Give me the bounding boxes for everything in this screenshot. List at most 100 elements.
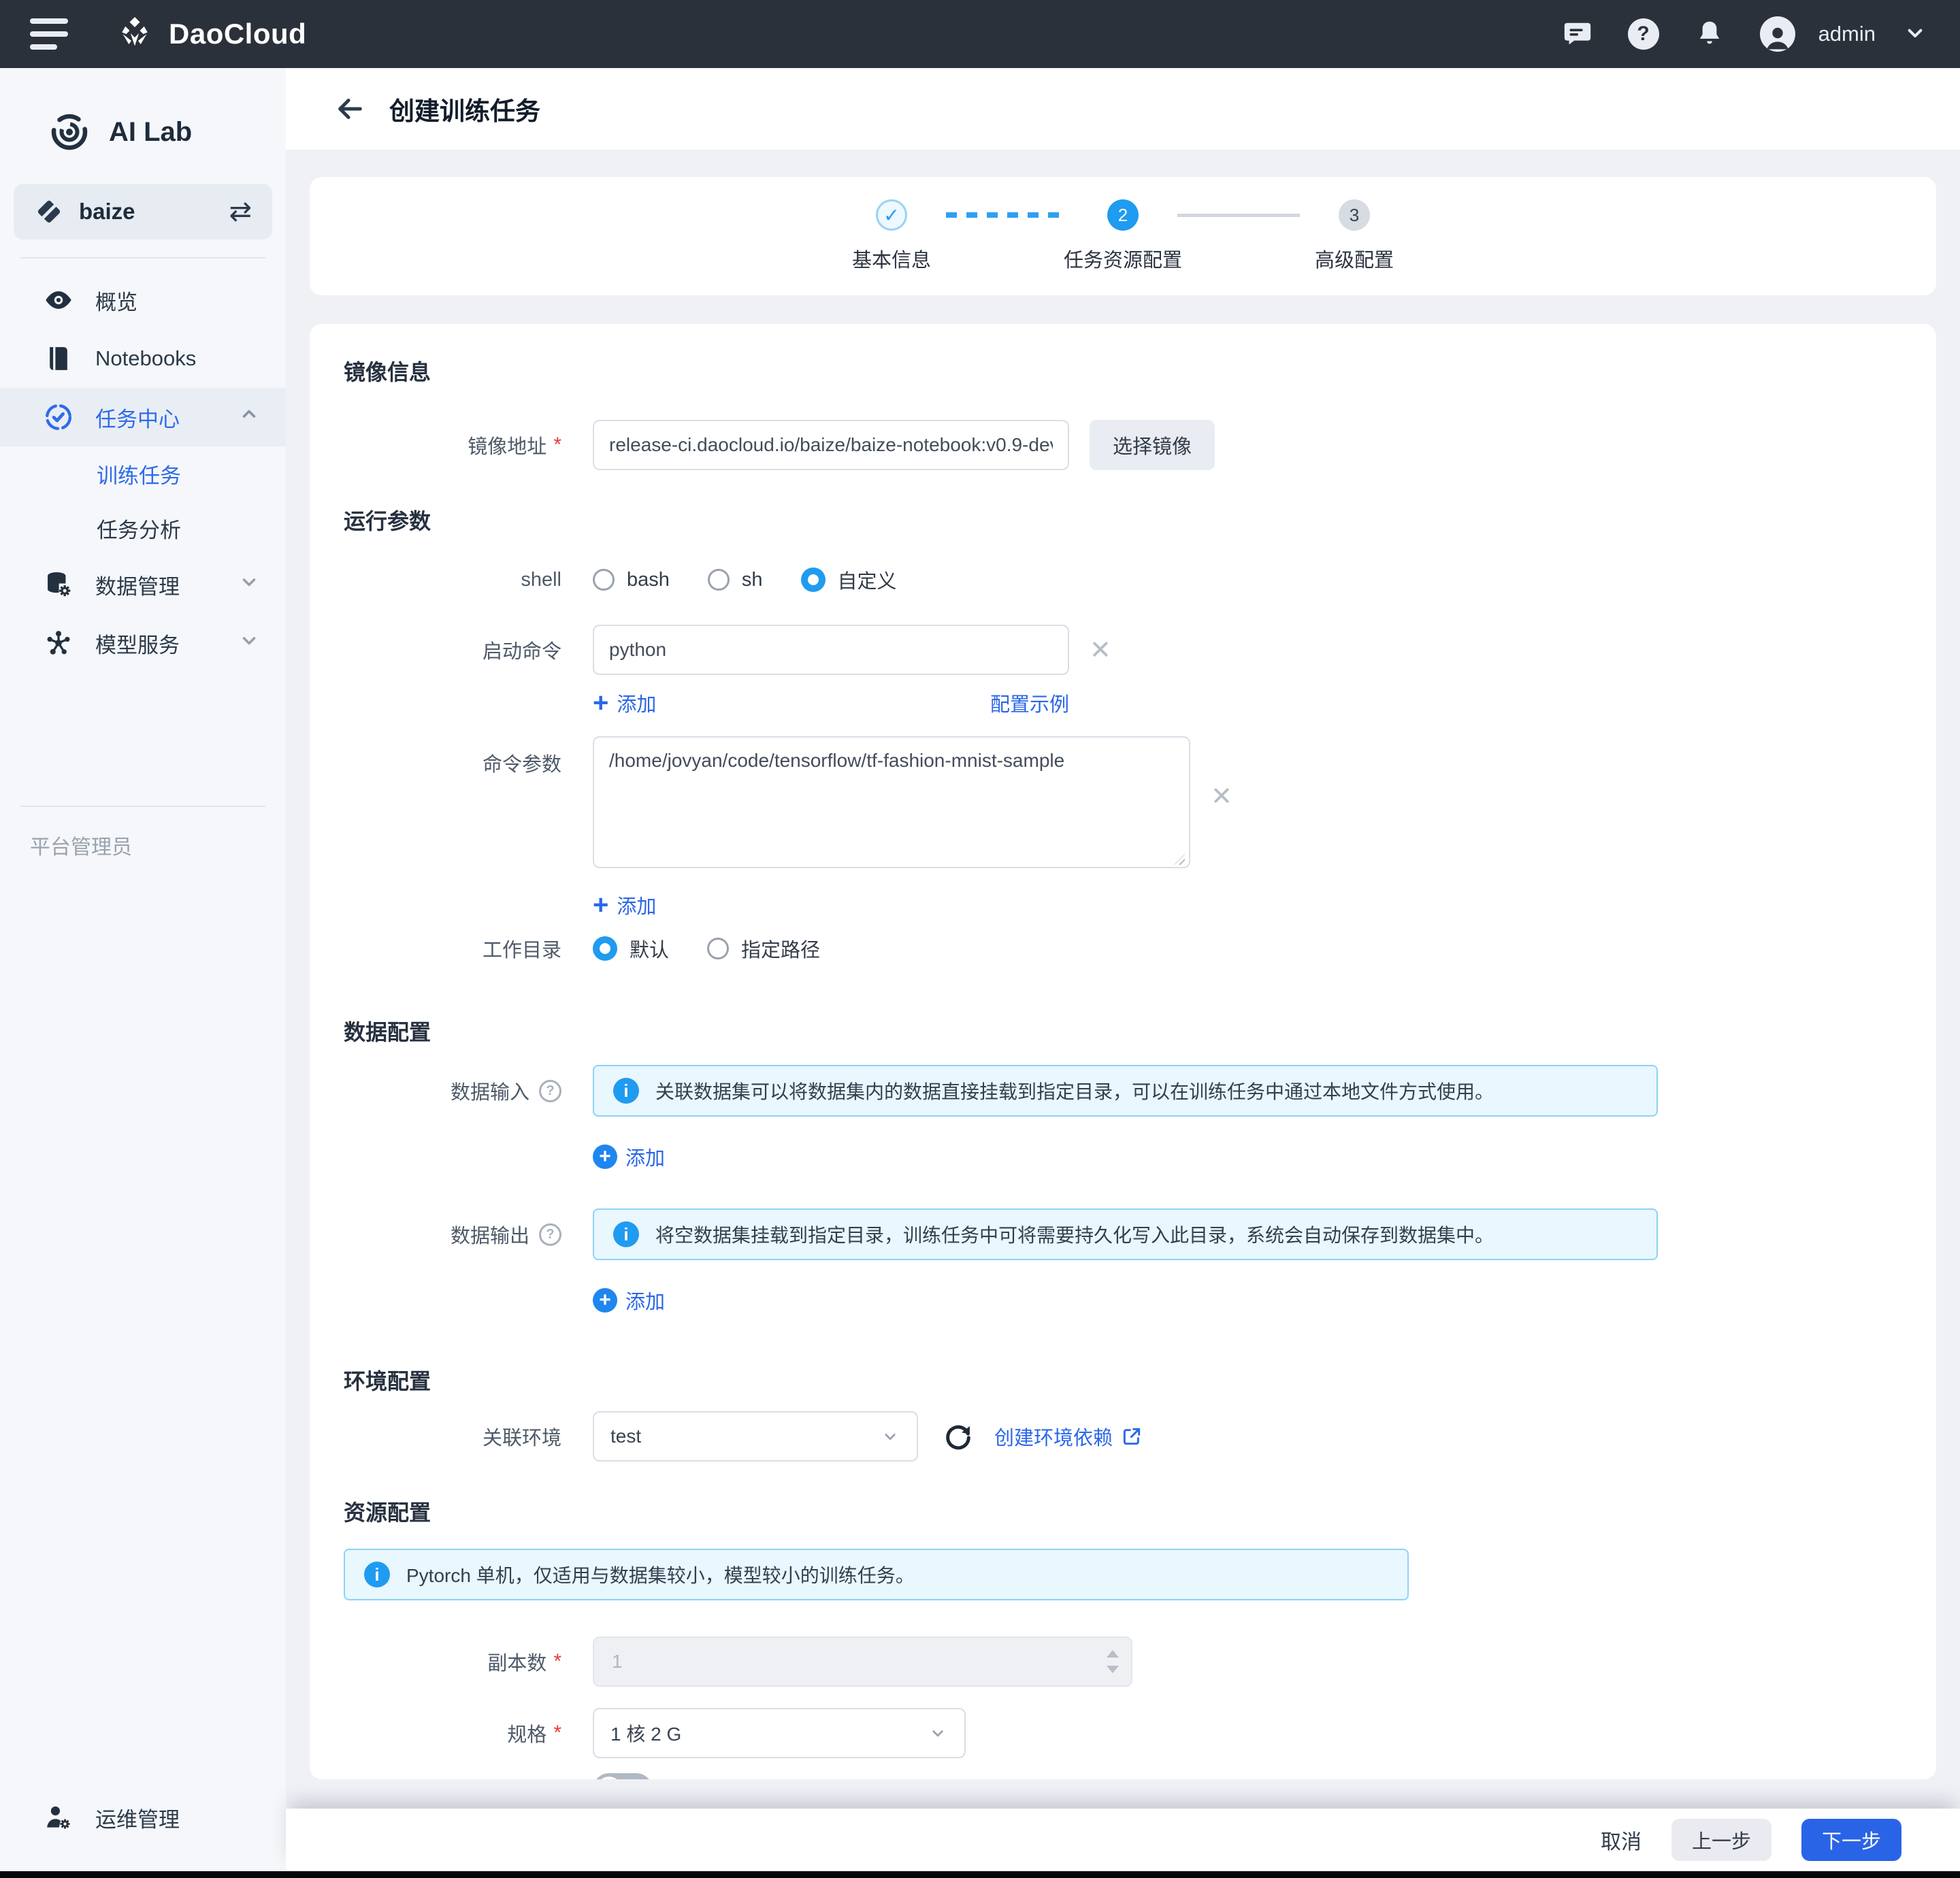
data-output-row: 数据输出? i 将空数据集挂载到指定目录，训练任务中可将需要持久化写入此目录，系… (344, 1208, 1909, 1260)
sidebar-item-ops-management[interactable]: 运维管理 (0, 1788, 286, 1847)
database-gear-icon (44, 570, 74, 599)
data-output-info-text: 将空数据集挂载到指定目录，训练任务中可将需要持久化写入此目录，系统会自动保存到数… (655, 1221, 1494, 1248)
gpu-toggle[interactable] (593, 1773, 653, 1779)
select-image-button[interactable]: 选择镜像 (1090, 420, 1215, 470)
section-data-config: 数据配置 (344, 1015, 1909, 1047)
step-1-circle-check-icon: ✓ (876, 199, 907, 231)
env-row: 关联环境 test 创建环境依赖 (344, 1411, 1909, 1462)
sidebar-item-notebooks[interactable]: Notebooks (0, 329, 286, 388)
radio-bash[interactable]: bash (593, 569, 670, 591)
start-command-row: 启动命令 ✕ (344, 625, 1909, 675)
radio-circle[interactable] (708, 569, 730, 591)
image-address-row: 镜像地址 选择镜像 (344, 420, 1909, 470)
env-select-value: test (610, 1426, 641, 1447)
sidebar-item-task-center[interactable]: 任务中心 (0, 388, 286, 446)
create-env-dependency-link[interactable]: 创建环境依赖 (994, 1422, 1143, 1451)
sidebar-item-task-analysis[interactable]: 任务分析 (0, 501, 286, 555)
radio-custom[interactable]: 自定义 (801, 565, 897, 594)
stepper-up-icon (1107, 1650, 1119, 1658)
role-label: 平台管理员 (30, 830, 286, 860)
next-step-button[interactable]: 下一步 (1801, 1819, 1901, 1861)
daocloud-logo-icon (114, 14, 155, 54)
chevron-up-icon (237, 402, 261, 432)
menu-icon[interactable] (30, 18, 68, 50)
number-stepper[interactable] (1107, 1638, 1119, 1685)
add-args-link[interactable]: +添加 (593, 891, 656, 919)
resource-info-text: Pytorch 单机，仅适用与数据集较小，模型较小的训练任务。 (406, 1561, 915, 1588)
sidebar-item-model-services[interactable]: 模型服务 (0, 614, 286, 672)
toggle-knob (596, 1777, 622, 1779)
previous-step-button[interactable]: 上一步 (1671, 1819, 1771, 1861)
image-address-input[interactable] (593, 420, 1069, 470)
replicas-row: 副本数 1 (344, 1636, 1909, 1687)
user-avatar[interactable] (1760, 16, 1795, 52)
replicas-input[interactable]: 1 (593, 1636, 1132, 1687)
stepper-connector-dashed (946, 212, 1068, 218)
resource-info-box: i Pytorch 单机，仅适用与数据集较小，模型较小的训练任务。 (344, 1549, 1409, 1600)
sidebar-item-label: 运维管理 (95, 1802, 180, 1833)
chevron-down-icon (237, 570, 261, 599)
back-arrow-icon[interactable] (333, 93, 366, 125)
radio-sh[interactable]: sh (708, 569, 763, 591)
sidebar: AI Lab baize ⇄ 概览 Notebooks (0, 68, 286, 1871)
refresh-icon[interactable] (943, 1421, 974, 1452)
remove-args-icon[interactable]: ✕ (1211, 781, 1232, 811)
radio-circle-checked[interactable] (593, 936, 617, 961)
info-icon: i (364, 1562, 390, 1587)
cancel-button[interactable]: 取消 (1601, 1825, 1642, 1855)
product-header: AI Lab (0, 112, 286, 152)
sidebar-item-data-management[interactable]: 数据管理 (0, 555, 286, 614)
start-command-label: 启动命令 (344, 636, 561, 664)
start-command-input[interactable] (593, 625, 1069, 675)
env-select[interactable]: test (593, 1411, 918, 1462)
switch-workspace-icon[interactable]: ⇄ (229, 196, 252, 227)
step-3-label: 高级配置 (1315, 244, 1394, 273)
sidebar-item-label: 概览 (95, 285, 137, 316)
command-args-label: 命令参数 (344, 748, 561, 777)
section-image-info: 镜像信息 (344, 355, 1909, 386)
radio-circle-checked[interactable] (801, 567, 826, 592)
stepper-down-icon (1107, 1666, 1119, 1673)
username[interactable]: admin (1818, 22, 1876, 46)
select-chevron-icon (928, 1723, 948, 1743)
external-link-icon (1121, 1426, 1143, 1447)
page-header: 创建训练任务 (286, 68, 1960, 150)
radio-workdir-default[interactable]: 默认 (593, 934, 669, 963)
workspace-icon (34, 197, 64, 227)
user-chevron-down-icon[interactable] (1901, 19, 1929, 50)
info-icon: i (613, 1078, 639, 1104)
config-example-link[interactable]: 配置示例 (990, 689, 1069, 717)
help-icon[interactable]: ? (1628, 18, 1659, 50)
help-question-icon[interactable]: ? (539, 1223, 561, 1246)
command-add-row: +添加 配置示例 (344, 689, 1909, 717)
form-card: 镜像信息 镜像地址 选择镜像 运行参数 shell bash sh 自定义 (310, 324, 1936, 1779)
radio-workdir-custom-path[interactable]: 指定路径 (707, 934, 820, 963)
spec-select[interactable]: 1 核 2 G (593, 1708, 966, 1758)
sidebar-item-overview[interactable]: 概览 (0, 271, 286, 329)
chevron-down-icon (237, 628, 261, 658)
notifications-bell-icon[interactable] (1692, 16, 1727, 52)
sidebar-item-label: 数据管理 (95, 570, 180, 600)
plus-icon: + (593, 895, 608, 915)
sidebar-item-training-tasks[interactable]: 训练任务 (0, 446, 286, 501)
add-command-link[interactable]: +添加 (593, 689, 656, 717)
plus-icon: + (593, 693, 608, 713)
add-data-output-link[interactable]: +添加 (593, 1286, 665, 1315)
plus-circle-icon: + (593, 1144, 617, 1169)
step-2-circle: 2 (1107, 199, 1139, 231)
workspace-selector[interactable]: baize ⇄ (14, 184, 272, 240)
command-args-textarea[interactable]: /home/jovyan/code/tensorflow/tf-fashion-… (593, 736, 1190, 868)
radio-circle[interactable] (593, 569, 615, 591)
select-chevron-icon (880, 1426, 900, 1447)
shell-label: shell (344, 569, 561, 591)
step-1-label: 基本信息 (852, 244, 931, 273)
info-icon: i (613, 1221, 639, 1247)
step-3-circle: 3 (1339, 199, 1370, 231)
sidebar-item-label: Notebooks (95, 346, 196, 371)
help-question-icon[interactable]: ? (539, 1080, 561, 1102)
message-icon[interactable] (1560, 16, 1595, 52)
radio-circle[interactable] (707, 938, 729, 959)
page: DaoCloud ? admin AI (0, 0, 1960, 1878)
remove-command-icon[interactable]: ✕ (1090, 635, 1111, 665)
add-data-input-link[interactable]: +添加 (593, 1142, 665, 1171)
